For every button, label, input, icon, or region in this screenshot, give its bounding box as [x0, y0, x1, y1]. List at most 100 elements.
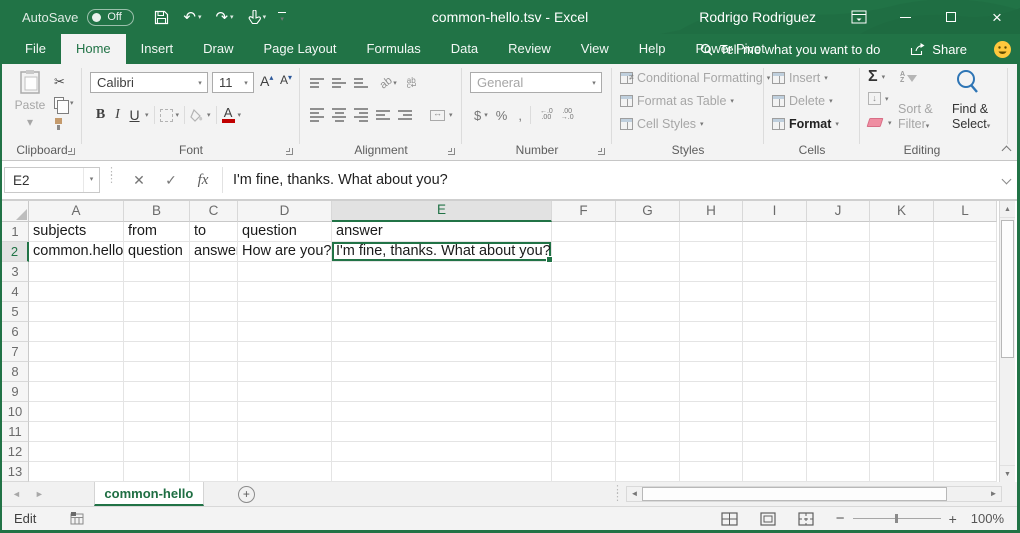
cell-K6[interactable]	[870, 322, 934, 342]
cell-H2[interactable]	[680, 242, 743, 262]
collapse-ribbon-button[interactable]	[1002, 144, 1010, 152]
cell-H7[interactable]	[680, 342, 743, 362]
cell-L7[interactable]	[934, 342, 997, 362]
previous-sheet-button[interactable]: ◄	[12, 489, 21, 499]
number-format-dropdown[interactable]: ▾	[587, 79, 601, 87]
increase-decimal-button[interactable]: ←.0 .00	[540, 109, 553, 121]
cell-I12[interactable]	[743, 442, 807, 462]
currency-button[interactable]: $	[474, 108, 481, 123]
fill-color-dropdown[interactable]: ▾	[207, 111, 211, 119]
cell-F5[interactable]	[552, 302, 616, 322]
cell-I2[interactable]	[743, 242, 807, 262]
column-header-F[interactable]: F	[552, 201, 616, 222]
cell-F7[interactable]	[552, 342, 616, 362]
tab-draw[interactable]: Draw	[188, 34, 248, 64]
cell-I11[interactable]	[743, 422, 807, 442]
new-sheet-button[interactable]: +	[238, 486, 255, 503]
cell-F10[interactable]	[552, 402, 616, 422]
fill-color-button[interactable]	[190, 109, 204, 122]
cell-styles-button[interactable]: Cell Styles ▾	[620, 117, 704, 131]
cell-L9[interactable]	[934, 382, 997, 402]
zoom-slider[interactable]	[853, 518, 941, 519]
cell-B13[interactable]	[124, 462, 190, 482]
middle-align-button[interactable]	[332, 78, 346, 88]
merge-center-dropdown[interactable]: ▾	[449, 111, 453, 119]
cell-G8[interactable]	[616, 362, 680, 382]
cell-A13[interactable]	[29, 462, 124, 482]
cell-D2[interactable]: How are you?	[238, 242, 332, 262]
alignment-dialog-launcher[interactable]	[448, 148, 455, 155]
formula-input[interactable]: I'm fine, thanks. What about you?	[233, 161, 448, 199]
macro-record-icon[interactable]	[70, 512, 84, 525]
page-break-preview-button[interactable]	[798, 512, 814, 526]
cell-J12[interactable]	[807, 442, 870, 462]
cell-I7[interactable]	[743, 342, 807, 362]
cell-H9[interactable]	[680, 382, 743, 402]
cell-F6[interactable]	[552, 322, 616, 342]
select-all-corner[interactable]	[2, 201, 29, 222]
cell-B2[interactable]: question	[124, 242, 190, 262]
cell-A10[interactable]	[29, 402, 124, 422]
tell-me-box[interactable]: Tell me what you want to do	[700, 42, 880, 57]
tab-view[interactable]: View	[566, 34, 624, 64]
increase-indent-button[interactable]	[398, 110, 412, 120]
cell-J4[interactable]	[807, 282, 870, 302]
cell-A11[interactable]	[29, 422, 124, 442]
column-header-G[interactable]: G	[616, 201, 680, 222]
column-header-A[interactable]: A	[29, 201, 124, 222]
increase-font-size-button[interactable]: A	[260, 73, 273, 89]
cell-I9[interactable]	[743, 382, 807, 402]
formula-bar-grip[interactable]: ⋮⋮	[106, 169, 117, 183]
cell-B8[interactable]	[124, 362, 190, 382]
cell-L4[interactable]	[934, 282, 997, 302]
cell-L13[interactable]	[934, 462, 997, 482]
cut-button[interactable]: ✂	[54, 71, 74, 92]
cell-E9[interactable]	[332, 382, 552, 402]
column-header-K[interactable]: K	[870, 201, 934, 222]
tab-formulas[interactable]: Formulas	[352, 34, 436, 64]
cell-G7[interactable]	[616, 342, 680, 362]
cell-H4[interactable]	[680, 282, 743, 302]
insert-cells-button[interactable]: Insert ▾	[772, 71, 828, 85]
cell-G3[interactable]	[616, 262, 680, 282]
font-name-combo[interactable]: Calibri ▾	[90, 72, 208, 93]
cell-I5[interactable]	[743, 302, 807, 322]
cell-E5[interactable]	[332, 302, 552, 322]
cell-H10[interactable]	[680, 402, 743, 422]
cell-D12[interactable]	[238, 442, 332, 462]
cell-L11[interactable]	[934, 422, 997, 442]
cell-E3[interactable]	[332, 262, 552, 282]
cell-D1[interactable]: question	[238, 222, 332, 242]
cancel-entry-button[interactable]: ✕	[126, 167, 152, 193]
cell-B11[interactable]	[124, 422, 190, 442]
cell-C12[interactable]	[190, 442, 238, 462]
cell-K13[interactable]	[870, 462, 934, 482]
row-header-13[interactable]: 13	[2, 462, 29, 482]
cell-B6[interactable]	[124, 322, 190, 342]
orientation-icon[interactable]: ab	[378, 75, 395, 92]
save-button[interactable]	[154, 10, 169, 25]
clear-button[interactable]: ▾	[868, 118, 892, 127]
cell-H3[interactable]	[680, 262, 743, 282]
cell-D5[interactable]	[238, 302, 332, 322]
cell-F12[interactable]	[552, 442, 616, 462]
cell-D8[interactable]	[238, 362, 332, 382]
column-header-C[interactable]: C	[190, 201, 238, 222]
cell-D13[interactable]	[238, 462, 332, 482]
zoom-in-button[interactable]: +	[949, 511, 957, 527]
delete-cells-button[interactable]: Delete ▾	[772, 94, 833, 108]
cell-J6[interactable]	[807, 322, 870, 342]
cell-F4[interactable]	[552, 282, 616, 302]
cell-F9[interactable]	[552, 382, 616, 402]
cell-G5[interactable]	[616, 302, 680, 322]
cell-E10[interactable]	[332, 402, 552, 422]
cell-A2[interactable]: common.hello	[29, 242, 124, 262]
cell-K7[interactable]	[870, 342, 934, 362]
cell-K5[interactable]	[870, 302, 934, 322]
cell-styles-dropdown[interactable]: ▾	[700, 120, 704, 128]
tab-data[interactable]: Data	[436, 34, 493, 64]
column-header-H[interactable]: H	[680, 201, 743, 222]
column-header-E[interactable]: E	[332, 201, 552, 222]
cell-L5[interactable]	[934, 302, 997, 322]
undo-button[interactable]: ↶▾	[183, 8, 201, 26]
